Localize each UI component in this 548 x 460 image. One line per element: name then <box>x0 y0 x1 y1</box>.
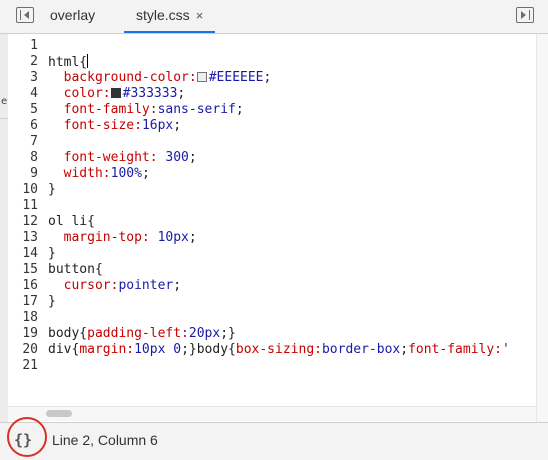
css-value: #EEEEEE <box>208 70 264 85</box>
horizontal-scroll-thumb[interactable] <box>46 410 72 417</box>
line-number: 3 <box>30 70 38 85</box>
css-property: font-family: <box>408 342 502 357</box>
code-line: font-size:16px; <box>63 118 182 133</box>
css-value: 10px <box>157 230 189 245</box>
line-number: 16 <box>22 278 38 293</box>
line-number: 11 <box>22 198 38 213</box>
css-property: margin-top: <box>63 230 150 245</box>
code-line: button{ <box>48 262 103 277</box>
code-content[interactable]: html{ background-color: #EEEEEE; color: #3… <box>48 34 536 404</box>
css-property: background-color: <box>63 70 197 85</box>
line-number: 2 <box>30 54 38 69</box>
code-line: ol li{ <box>48 214 95 229</box>
css-value: 300 <box>165 150 189 165</box>
css-property: font-size: <box>63 118 142 133</box>
line-number: 5 <box>30 102 38 117</box>
code-line: } <box>48 294 56 309</box>
code-line: background-color: #EEEEEE; <box>63 70 272 85</box>
text-cursor <box>87 54 89 68</box>
editor-tab-bar: overlay style.css × <box>0 0 548 34</box>
line-number: 18 <box>22 310 38 325</box>
line-number: 13 <box>22 230 38 245</box>
line-number: 6 <box>30 118 38 133</box>
code-line: cursor:pointer; <box>63 278 182 293</box>
horizontal-scrollbar[interactable] <box>8 406 536 421</box>
css-value: 16px <box>141 118 174 133</box>
code-line: font-family:sans-serif; <box>63 102 244 117</box>
panel-left-icon[interactable] <box>16 7 34 23</box>
css-value: 100% <box>110 166 142 181</box>
css-property: cursor: <box>63 278 119 293</box>
left-edge-glyph: e <box>1 96 8 107</box>
panel-right-icon[interactable] <box>516 7 534 23</box>
code-line: width:100%; <box>63 166 150 181</box>
code-line: body{padding-left:20px;} <box>48 326 236 341</box>
code-line-text: html{ <box>48 55 88 70</box>
css-property: color: <box>63 86 111 101</box>
pretty-print-icon[interactable]: {} <box>14 431 32 449</box>
css-property: margin: <box>79 342 135 357</box>
code-line: } <box>48 182 56 197</box>
left-edge-divider <box>0 118 8 119</box>
line-number: 4 <box>30 86 38 101</box>
css-value: pointer <box>118 278 174 293</box>
tab-overlay-label: overlay <box>50 7 96 23</box>
css-property: font-family: <box>63 102 158 117</box>
line-number: 17 <box>22 294 38 309</box>
css-value: 20px <box>188 326 221 341</box>
code-editor[interactable]: 1 2 3 4 5 6 7 8 9 10 11 12 13 14 15 16 1… <box>8 34 536 422</box>
line-number: 15 <box>22 262 38 277</box>
css-property: font-weight: <box>63 150 158 165</box>
css-property: width: <box>63 166 111 181</box>
close-icon[interactable]: × <box>196 8 204 23</box>
line-number-gutter: 1 2 3 4 5 6 7 8 9 10 11 12 13 14 15 16 1… <box>8 34 42 404</box>
code-line: margin-top: 10px; <box>63 230 197 245</box>
line-number: 8 <box>30 150 38 165</box>
line-number: 21 <box>22 358 38 373</box>
line-number: 19 <box>22 326 38 341</box>
css-value: #333333 <box>122 86 178 101</box>
code-line: div{margin:10px 0;}body{box-sizing:borde… <box>48 342 510 357</box>
css-value: 10px 0 <box>134 342 182 357</box>
code-line: color: #333333; <box>63 86 186 101</box>
color-swatch[interactable] <box>196 72 207 82</box>
line-number: 12 <box>22 214 38 229</box>
css-value: sans-serif <box>157 102 236 117</box>
line-number: 1 <box>30 38 38 53</box>
line-number: 14 <box>22 246 38 261</box>
css-value: border-box <box>321 342 401 357</box>
css-property: box-sizing: <box>235 342 322 357</box>
css-property: padding-left: <box>87 326 189 341</box>
tab-overlay[interactable]: overlay <box>50 0 95 33</box>
line-number: 10 <box>22 182 38 197</box>
line-number: 20 <box>22 342 38 357</box>
color-swatch[interactable] <box>110 88 121 98</box>
code-line: font-weight: 300; <box>63 150 197 165</box>
code-line: html{ <box>48 54 89 71</box>
code-line: } <box>48 246 56 261</box>
cursor-position: Line 2, Column 6 <box>52 432 158 448</box>
tab-style-css-label: style.css <box>136 7 190 23</box>
line-number: 9 <box>30 166 38 181</box>
vertical-scrollbar[interactable] <box>536 34 548 422</box>
status-bar: {} Line 2, Column 6 <box>0 417 548 460</box>
tab-style-css[interactable]: style.css × <box>124 0 216 33</box>
css-value: ' <box>502 342 510 357</box>
line-number: 7 <box>30 134 38 149</box>
